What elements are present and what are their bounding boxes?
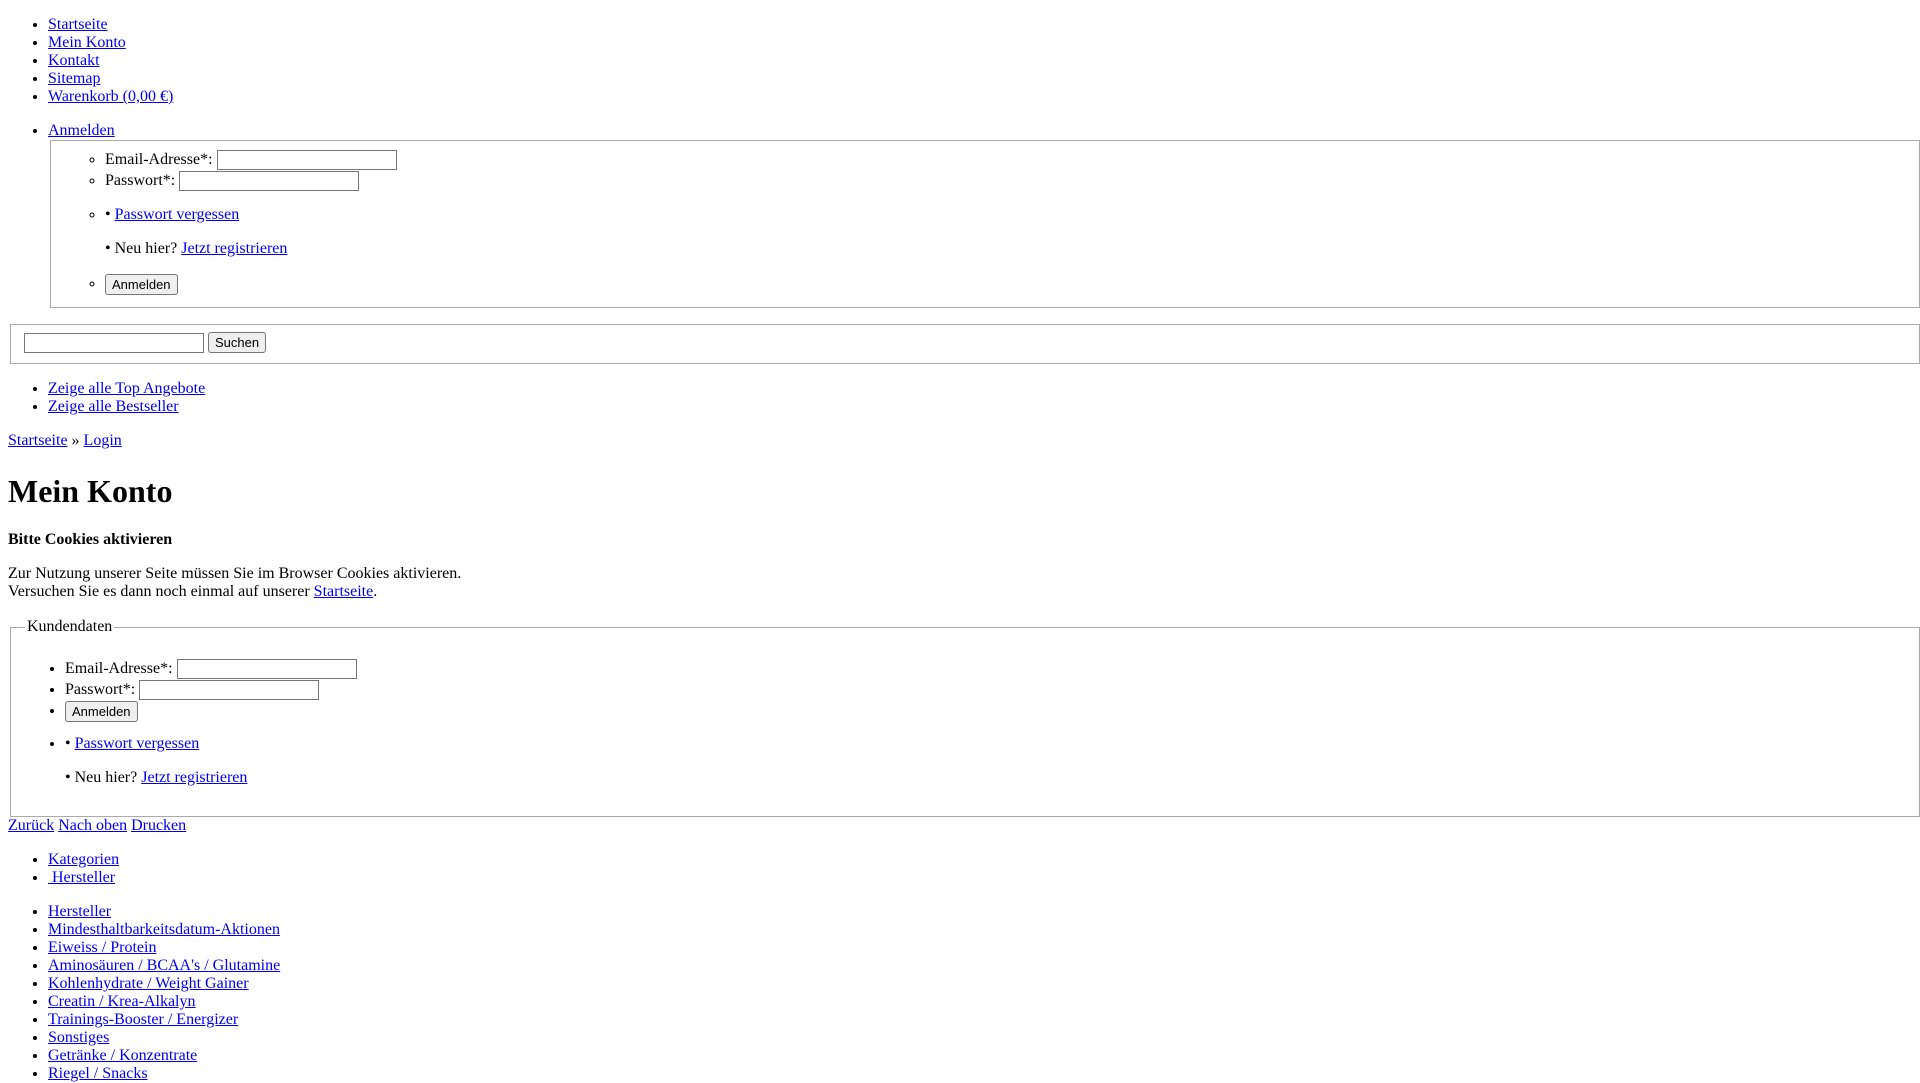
login-register-line: • Neu hier? Jetzt registrieren (105, 240, 397, 258)
login-box: Email-Adresse*: Passwort*: • Passwort ve… (50, 140, 1920, 308)
customer-register-link[interactable]: Jetzt registrieren (141, 769, 247, 786)
login-email-row: Email-Adresse*: (105, 149, 397, 171)
category-link[interactable]: Getränke / Konzentrate (48, 1047, 197, 1064)
login-links-row: • Passwort vergessen • Neu hier? Jetzt r… (105, 206, 397, 258)
customer-new-here-text: • Neu hier? (65, 769, 138, 786)
nav-item-mein-konto: Mein Konto (48, 34, 173, 52)
offer-item-bestseller: Zeige alle Bestseller (48, 398, 205, 416)
breadcrumb: Startseite » Login (8, 432, 122, 450)
tab-kategorien[interactable]: Kategorien (48, 851, 119, 868)
tab-hersteller[interactable]: Hersteller (48, 869, 115, 886)
customer-forgot-bullet: • (65, 735, 71, 752)
customer-password-label: Passwort*: (65, 681, 136, 698)
cookie-startseite-link[interactable]: Startseite (314, 583, 374, 600)
login-password-label: Passwort*: (105, 172, 176, 189)
nav-item-kontakt: Kontakt (48, 52, 173, 70)
login-submit-row: Anmelden (105, 273, 397, 295)
customer-email-label: Email-Adresse*: (65, 660, 173, 677)
page-title: Mein Konto (8, 473, 173, 509)
customer-data-fieldset: Kundendaten Email-Adresse*: Passwort*: A… (10, 618, 1920, 817)
customer-submit-button[interactable]: Anmelden (65, 700, 138, 722)
search-button[interactable]: Suchen (208, 332, 267, 353)
nav-item-startseite: Startseite (48, 16, 173, 34)
customer-links-row: • Passwort vergessen • Neu hier? Jetzt r… (65, 735, 357, 787)
cookie-notice: Zur Nutzung unserer Seite müssen Sie im … (8, 565, 461, 601)
list-item: Mindesthaltbarkeitsdatum-Aktionen (48, 921, 280, 939)
login-menu-item: Anmelden (48, 122, 115, 140)
customer-form-list: Email-Adresse*: Passwort*: Anmelden • Pa… (65, 658, 357, 787)
side-tab-kategorien: Kategorien (48, 851, 119, 869)
customer-email-input[interactable] (176, 659, 357, 680)
login-password-input[interactable] (179, 171, 360, 192)
top-navigation: Startseite Mein Konto Kontakt Sitemap Wa… (48, 16, 173, 106)
bestseller-link[interactable]: Zeige alle Bestseller (48, 398, 179, 415)
page-actions: Zurück Nach oben Drucken (8, 817, 186, 835)
list-item: Eiweiss / Protein (48, 939, 280, 957)
category-link[interactable]: Creatin / Krea-Alkalyn (48, 993, 196, 1010)
login-submit-button[interactable]: Anmelden (105, 273, 178, 295)
print-link[interactable]: Drucken (131, 817, 186, 834)
login-new-here-text: • Neu hier? (105, 240, 178, 257)
breadcrumb-current-link[interactable]: Login (84, 432, 122, 449)
search-row: Suchen (24, 332, 267, 353)
category-link[interactable]: Eiweiss / Protein (48, 939, 156, 956)
login-forgot-bullet: • (105, 206, 111, 223)
list-item: Sonstiges (48, 1029, 280, 1047)
nav-link-warenkorb[interactable]: Warenkorb (0,00 €) (48, 88, 173, 105)
customer-submit-row: Anmelden (65, 700, 357, 722)
nav-link-startseite[interactable]: Startseite (48, 16, 108, 33)
category-link[interactable]: Kohlenhydrate / Weight Gainer (48, 975, 249, 992)
customer-password-row: Passwort*: (65, 679, 357, 701)
list-item: Kohlenhydrate / Weight Gainer (48, 975, 280, 993)
login-menu: Anmelden (48, 122, 115, 140)
search-box: Suchen (10, 324, 1920, 364)
nav-link-sitemap[interactable]: Sitemap (48, 70, 100, 87)
cookie-line-2-suffix: . (373, 583, 378, 600)
offer-links: Zeige alle Top Angebote Zeige alle Bests… (48, 380, 205, 416)
category-list: Hersteller Mindesthaltbarkeitsdatum-Akti… (48, 903, 280, 1083)
list-item: Getränke / Konzentrate (48, 1047, 280, 1065)
cookie-line-2-text: Versuchen Sie es dann noch einmal auf un… (8, 583, 310, 600)
nav-item-sitemap: Sitemap (48, 70, 173, 88)
category-link[interactable]: Riegel / Snacks (48, 1065, 148, 1082)
login-box-list: Email-Adresse*: Passwort*: • Passwort ve… (105, 149, 397, 295)
list-item: Creatin / Krea-Alkalyn (48, 993, 280, 1011)
list-item: Riegel / Snacks (48, 1065, 280, 1083)
login-forgot-password-link[interactable]: Passwort vergessen (115, 206, 240, 223)
side-tab-hersteller: Hersteller (48, 869, 119, 887)
category-link[interactable]: Sonstiges (48, 1029, 109, 1046)
category-link[interactable]: Aminosäuren / BCAA's / Glutamine (48, 957, 280, 974)
breadcrumb-home-link[interactable]: Startseite (8, 432, 68, 449)
nav-item-warenkorb: Warenkorb (0,00 €) (48, 88, 173, 106)
login-email-input[interactable] (216, 150, 397, 171)
customer-password-input[interactable] (139, 680, 320, 701)
search-input[interactable] (24, 332, 204, 353)
login-toggle-link[interactable]: Anmelden (48, 122, 115, 139)
list-item: Hersteller (48, 903, 280, 921)
customer-data-legend: Kundendaten (25, 618, 115, 636)
cookie-heading: Bitte Cookies aktivieren (8, 531, 173, 548)
list-item: Trainings-Booster / Energizer (48, 1011, 280, 1029)
customer-forgot-password-link[interactable]: Passwort vergessen (75, 735, 200, 752)
login-password-row: Passwort*: (105, 170, 397, 192)
back-link[interactable]: Zurück (8, 817, 54, 834)
breadcrumb-separator: » (71, 432, 80, 449)
top-offers-link[interactable]: Zeige alle Top Angebote (48, 380, 205, 397)
cookie-line-1: Zur Nutzung unserer Seite müssen Sie im … (8, 565, 462, 582)
login-register-link[interactable]: Jetzt registrieren (181, 240, 287, 257)
to-top-link[interactable]: Nach oben (58, 817, 127, 834)
nav-link-mein-konto[interactable]: Mein Konto (48, 34, 126, 51)
category-link[interactable]: Hersteller (48, 903, 111, 920)
category-link[interactable]: Mindesthaltbarkeitsdatum-Aktionen (48, 921, 280, 938)
side-tabs: Kategorien Hersteller (48, 851, 119, 887)
nav-link-kontakt[interactable]: Kontakt (48, 52, 100, 69)
list-item: Aminosäuren / BCAA's / Glutamine (48, 957, 280, 975)
customer-register-line: • Neu hier? Jetzt registrieren (65, 769, 357, 787)
category-link[interactable]: Trainings-Booster / Energizer (48, 1011, 238, 1028)
login-email-label: Email-Adresse*: (105, 151, 213, 168)
customer-email-row: Email-Adresse*: (65, 658, 357, 680)
cookie-line-2: Versuchen Sie es dann noch einmal auf un… (8, 583, 461, 601)
offer-item-top: Zeige alle Top Angebote (48, 380, 205, 398)
